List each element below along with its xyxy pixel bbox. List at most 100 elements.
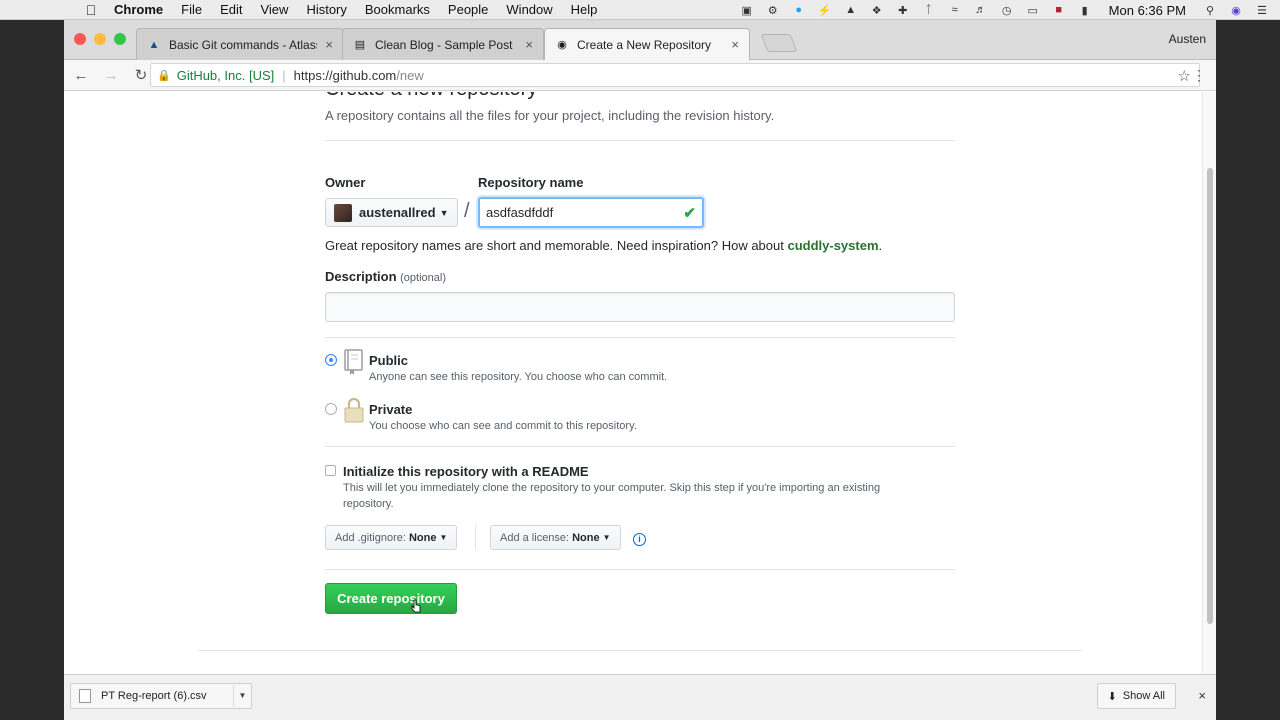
private-description: You choose who can see and commit to thi… [369,420,637,432]
notification-center-icon[interactable]: ☰ [1254,3,1270,17]
new-tab-button[interactable] [760,34,798,52]
close-window-icon[interactable] [74,33,86,45]
file-icon [79,689,91,703]
siri-icon[interactable]: ◉ [1228,3,1244,17]
repo-book-icon [344,349,363,375]
suggested-name-link[interactable]: cuddly-system [787,238,878,253]
readme-checkbox[interactable] [325,465,336,476]
owner-value: austenallred [359,205,436,220]
public-description: Anyone can see this repository. You choo… [369,371,668,383]
license-prefix: Add a license: [500,531,570,544]
apple-menu-icon[interactable]:  [82,2,100,18]
zoom-window-icon[interactable] [114,33,126,45]
omnibox-separator: | [282,67,286,83]
volume-icon[interactable]: ♬ [973,3,989,17]
private-label[interactable]: Private [369,402,412,417]
caret-down-icon: ▼ [439,207,449,218]
gear-icon[interactable]: ⚙ [765,3,781,17]
github-icon: ◉ [557,39,567,51]
lock-icon: 🔒 [157,69,171,82]
window-controls [74,33,134,45]
menu-app-name[interactable]: Chrome [114,2,163,17]
time-machine-icon[interactable]: ◷ [999,3,1015,17]
plus-cross-icon[interactable]: ✚ [895,3,911,17]
owner-label: Owner [325,175,366,190]
vertical-divider [475,525,476,550]
download-item[interactable]: PT Reg-report (6).csv ▼ [70,683,252,709]
flag-icon[interactable]: ■ [1051,3,1067,17]
hint-text: Great repository names are short and mem… [325,238,788,253]
scrollbar-thumb[interactable] [1207,168,1213,624]
url-host: https://github.com [293,67,397,83]
github-new-repo-page: Create a new repository A repository con… [64,92,1202,674]
hint-suffix: . [878,238,883,253]
page-subtitle: A repository contains all the files for … [325,108,775,123]
atlassian-icon: ▲ [148,38,160,51]
show-all-label: Show All [1122,690,1165,702]
check-icon: ✔ [683,204,696,222]
license-dropdown[interactable]: Add a license: None ▼ [490,525,621,550]
menu-history[interactable]: History [306,2,346,17]
create-repository-button[interactable]: Create repository [325,583,457,614]
url-text: https://github.com/new [294,68,424,83]
caret-down-icon[interactable]: ▼ [233,683,251,709]
download-icon: ⬇ [1107,690,1117,703]
bluetooth-icon[interactable]: ᛏ [921,3,937,17]
readme-description-line2: repository. [343,498,394,510]
menu-view[interactable]: View [260,2,288,17]
caret-down-icon: ▼ [602,533,611,542]
browser-window: ▲ Basic Git commands - Atlassia × ▤ Clea… [64,20,1216,720]
close-tab-icon[interactable]: × [731,37,739,52]
browser-toolbar: ← → ↻ 🔒 GitHub, Inc. [US] | https://gith… [64,60,1216,91]
tab-title: Create a New Repository [577,37,712,52]
close-tab-icon[interactable]: × [525,37,533,52]
name-suggestion-hint: Great repository names are short and mem… [325,238,882,253]
screen-icon[interactable]: ▣ [739,3,755,17]
gitignore-value: None [408,531,437,544]
menu-people[interactable]: People [448,2,488,17]
caret-down-icon: ▼ [439,533,448,542]
public-label[interactable]: Public [369,353,408,368]
tab-clean-blog[interactable]: ▤ Clean Blog - Sample Post × [342,28,544,60]
lock-icon [344,397,364,423]
public-radio[interactable] [325,354,337,366]
menu-window[interactable]: Window [506,2,552,17]
tab-atlassian[interactable]: ▲ Basic Git commands - Atlassia × [136,28,344,60]
spotlight-search-icon[interactable]: ⚲ [1202,3,1218,17]
menu-file[interactable]: File [181,2,202,17]
tab-title: Clean Blog - Sample Post [375,37,513,52]
private-radio[interactable] [325,403,337,415]
close-tab-icon[interactable]: × [325,37,333,52]
info-icon[interactable]: i [633,533,646,546]
site-identity[interactable]: GitHub, Inc. [US] [177,68,275,83]
description-input[interactable] [325,292,955,322]
menu-edit[interactable]: Edit [220,2,242,17]
back-arrow-icon[interactable]: ← [68,67,94,84]
menu-bookmarks[interactable]: Bookmarks [365,2,430,17]
repo-name-input[interactable]: asdfasdfddf ✔ [478,197,704,228]
gitignore-dropdown[interactable]: Add .gitignore: None ▼ [325,525,458,550]
battery-icon[interactable]: ▮ [1077,3,1093,17]
close-download-bar-icon[interactable]: × [1198,688,1206,703]
airplay-icon[interactable]: ▭ [1025,3,1041,17]
address-bar[interactable]: 🔒 GitHub, Inc. [US] | https://github.com… [150,63,1200,87]
owner-repo-separator: / [464,200,470,222]
show-all-downloads-button[interactable]: ⬇ Show All [1096,683,1176,709]
dropbox-icon[interactable]: ❖ [869,3,885,17]
tab-create-repository[interactable]: ◉ Create a New Repository × [544,28,750,60]
forward-arrow-icon[interactable]: → [98,67,124,84]
page-scrollbar[interactable] [1202,92,1216,674]
menu-help[interactable]: Help [571,2,598,17]
hat-icon[interactable]: ▲ [843,3,859,17]
profile-button[interactable]: Austen [1169,32,1206,46]
chrome-menu-icon[interactable]: ⋮ [1192,67,1206,84]
readme-label[interactable]: Initialize this repository with a README [343,464,589,479]
download-bar: PT Reg-report (6).csv ▼ ⬇ Show All × [64,674,1216,720]
twitter-icon[interactable]: ● [791,3,807,17]
bolt-icon[interactable]: ⚡ [817,3,833,17]
wifi-icon[interactable]: ≈ [947,3,963,17]
minimize-window-icon[interactable] [94,33,106,45]
owner-dropdown[interactable]: austenallred ▼ [325,198,458,227]
menubar-clock[interactable]: Mon 6:36 PM [1109,3,1186,18]
bookmark-star-icon[interactable]: ☆ [1178,67,1191,85]
